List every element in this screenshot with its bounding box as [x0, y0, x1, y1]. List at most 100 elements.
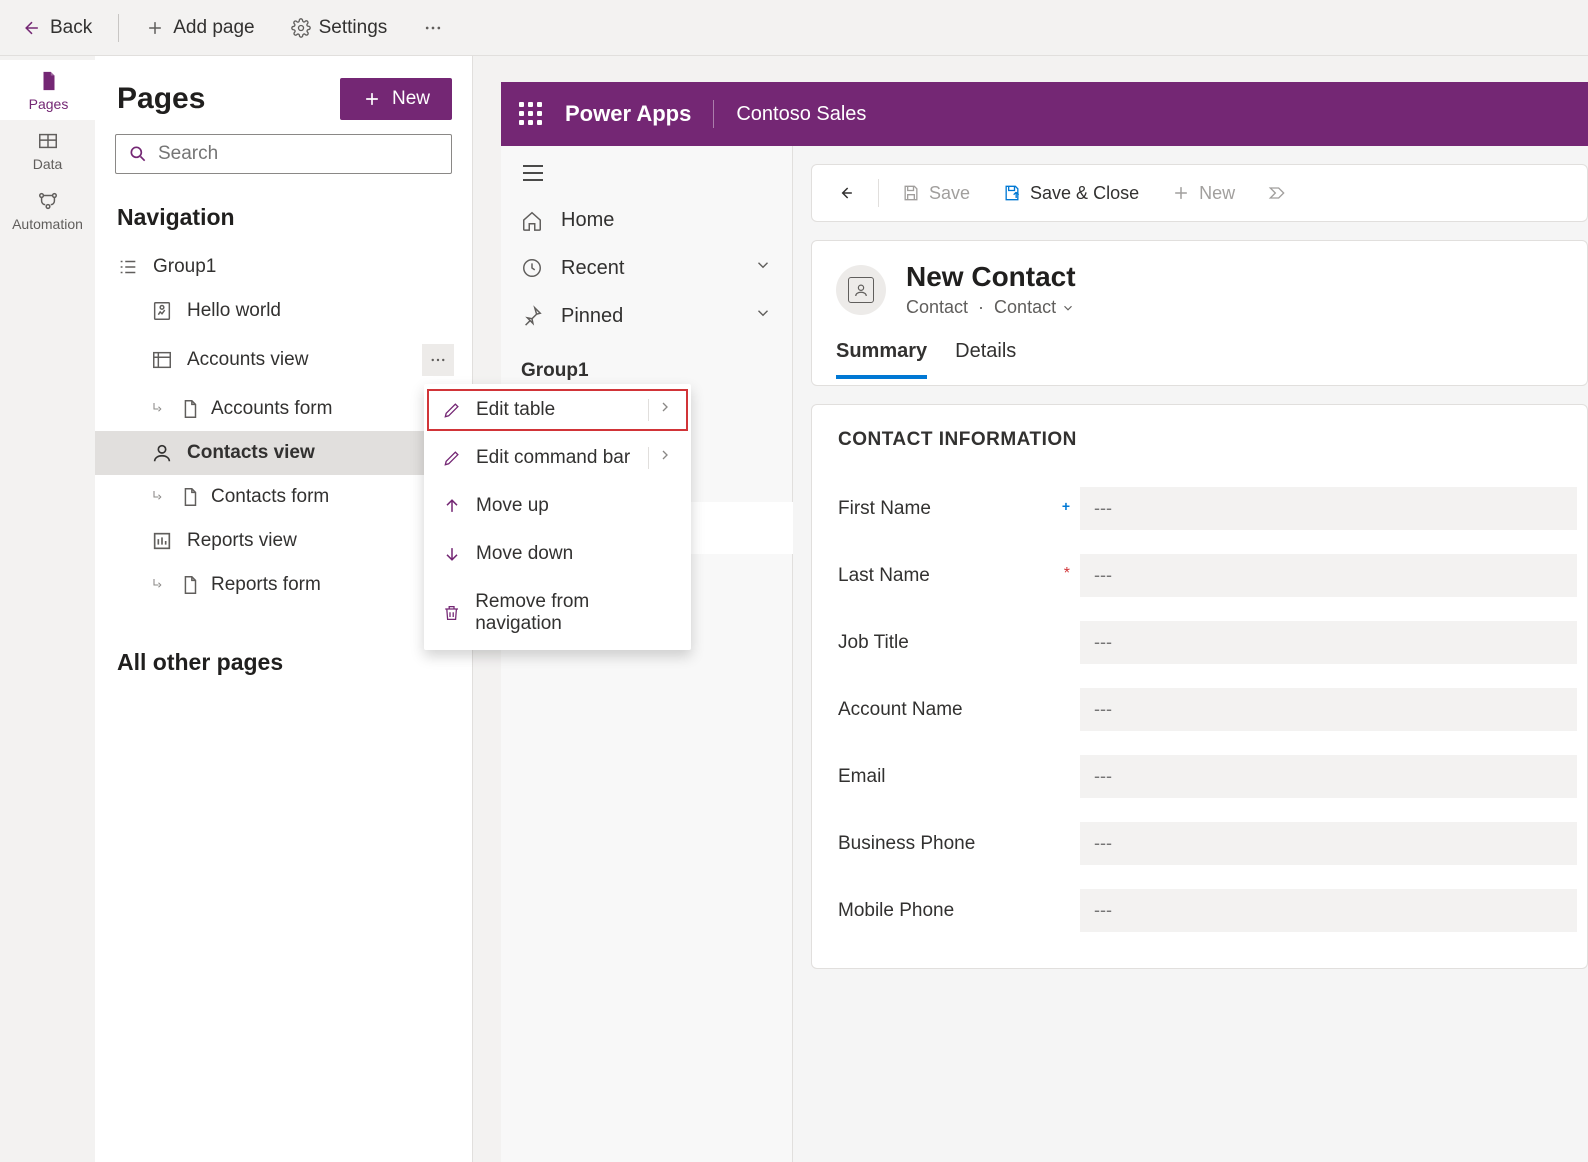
form-icon [179, 486, 201, 508]
chart-icon [151, 530, 173, 552]
pencil-icon [442, 400, 462, 420]
nav-item-contacts-view[interactable]: Contacts view [95, 431, 472, 475]
ctx-move-up[interactable]: Move up [424, 482, 691, 530]
nav-item-more-button[interactable] [422, 344, 454, 376]
nav-item-accounts-view[interactable]: Accounts view [95, 333, 472, 387]
first-name-input[interactable] [1080, 487, 1577, 530]
brand-label: Power Apps [565, 101, 691, 127]
rail-automation[interactable]: Automation [0, 180, 95, 240]
rail-data[interactable]: Data [0, 120, 95, 180]
pencil-icon [442, 448, 462, 468]
nav-item-reports-view[interactable]: Reports view [95, 519, 472, 563]
all-other-pages-heading: All other pages [95, 609, 472, 716]
cmd-new-button[interactable]: New [1157, 175, 1249, 212]
field-job-title: Job Title [838, 609, 1577, 676]
app-header: Power Apps Contoso Sales [501, 82, 1588, 146]
home-icon [521, 210, 543, 232]
nav-item-reports-form[interactable]: Reports form [95, 563, 472, 607]
email-input[interactable] [1080, 755, 1577, 798]
rail-pages[interactable]: Pages [0, 60, 95, 120]
dot: · [978, 297, 984, 318]
mobile-phone-input[interactable] [1080, 889, 1577, 932]
more-icon [423, 18, 443, 38]
hamburger-button[interactable] [501, 146, 792, 197]
cmd-back-button[interactable] [822, 175, 870, 211]
form-breadcrumb: Contact · Contact [906, 297, 1076, 318]
add-page-button[interactable]: Add page [131, 9, 268, 47]
search-icon [128, 144, 148, 164]
view-icon [151, 349, 173, 371]
form-icon [179, 574, 201, 596]
recommended-indicator: + [1062, 498, 1070, 514]
back-button[interactable]: Back [8, 9, 106, 47]
ctx-label: Move down [476, 543, 573, 565]
flow-icon [37, 190, 59, 212]
last-name-input[interactable] [1080, 554, 1577, 597]
nav-item-contacts-form[interactable]: Contacts form [95, 475, 472, 519]
nav-item-label: Reports view [187, 530, 297, 552]
nav-group[interactable]: Group1 [95, 245, 472, 289]
save-icon [901, 183, 921, 203]
nav-item-label: Contacts form [211, 486, 329, 508]
form-preview: Save Save & Close New [793, 146, 1588, 1162]
settings-label: Settings [319, 17, 388, 39]
chevron-down-icon [754, 256, 772, 280]
plus-icon [1171, 183, 1191, 203]
more-button[interactable] [409, 10, 457, 46]
ctx-edit-table[interactable]: Edit table [424, 386, 691, 434]
appnav-pinned[interactable]: Pinned [501, 292, 792, 340]
section-title: CONTACT INFORMATION [838, 429, 1577, 451]
appnav-recent[interactable]: Recent [501, 244, 792, 292]
nav-item-accounts-form[interactable]: Accounts form [95, 387, 472, 431]
field-business-phone: Business Phone [838, 810, 1577, 877]
context-menu: Edit table Edit command bar Move up Move… [424, 384, 691, 650]
ctx-remove[interactable]: Remove from navigation [424, 578, 691, 648]
waffle-icon[interactable] [519, 102, 543, 126]
cmd-overflow-button[interactable] [1253, 175, 1301, 211]
trash-icon [442, 603, 461, 623]
search-box[interactable] [115, 134, 452, 174]
ctx-label: Edit table [476, 399, 555, 421]
search-input[interactable] [158, 143, 439, 165]
back-arrow-icon [22, 18, 42, 38]
new-label: New [392, 88, 430, 110]
ctx-label: Edit command bar [476, 447, 630, 469]
ctx-edit-command-bar[interactable]: Edit command bar [424, 434, 691, 482]
arrow-up-icon [442, 496, 462, 516]
form-selector[interactable]: Contact [994, 297, 1075, 318]
ctx-move-down[interactable]: Move down [424, 530, 691, 578]
account-name-input[interactable] [1080, 688, 1577, 731]
flow-icon [1267, 183, 1287, 203]
subpage-icon [151, 400, 169, 418]
appnav-recent-label: Recent [561, 257, 624, 280]
field-label: Last Name [838, 565, 930, 587]
cmd-save-close-label: Save & Close [1030, 183, 1139, 204]
appnav-home-label: Home [561, 209, 614, 232]
submenu-indicator [648, 399, 673, 421]
new-page-button[interactable]: New [340, 78, 452, 120]
field-label: Mobile Phone [838, 900, 954, 922]
business-phone-input[interactable] [1080, 822, 1577, 865]
field-mobile-phone: Mobile Phone [838, 877, 1577, 944]
gear-icon [291, 18, 311, 38]
ctx-label: Remove from navigation [475, 591, 673, 635]
settings-button[interactable]: Settings [277, 9, 402, 47]
appnav-home[interactable]: Home [501, 197, 792, 244]
required-indicator: * [1064, 565, 1070, 583]
submenu-indicator [648, 447, 673, 469]
nav-item-hello-world[interactable]: Hello world [95, 289, 472, 333]
add-page-label: Add page [173, 17, 254, 39]
entity-name: Contact [906, 297, 968, 318]
pages-panel: Pages New Navigation Group1 Hello world [95, 56, 473, 1162]
field-first-name: First Name+ [838, 475, 1577, 542]
arrow-down-icon [442, 544, 462, 564]
job-title-input[interactable] [1080, 621, 1577, 664]
tab-details[interactable]: Details [955, 340, 1016, 379]
chevron-down-icon [754, 304, 772, 328]
form-icon [179, 398, 201, 420]
cmd-save-button[interactable]: Save [887, 175, 984, 212]
field-label: Business Phone [838, 833, 975, 855]
tab-summary[interactable]: Summary [836, 340, 927, 379]
field-label: Job Title [838, 632, 909, 654]
cmd-save-close-button[interactable]: Save & Close [988, 175, 1153, 212]
